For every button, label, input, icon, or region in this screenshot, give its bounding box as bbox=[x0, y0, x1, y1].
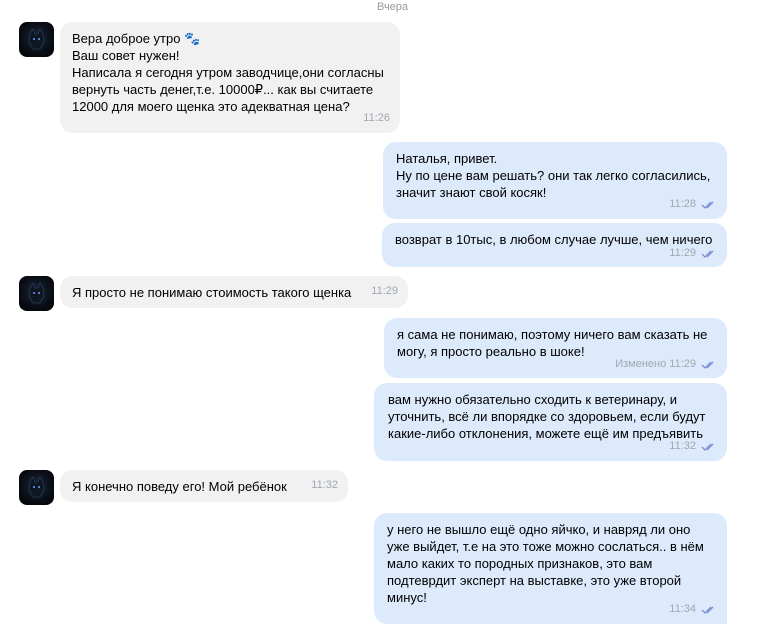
message-time: 11:29 bbox=[669, 247, 696, 259]
message-text: Наталья, привет. Ну по цене вам решать? … bbox=[396, 151, 711, 200]
message-time: 11:28 bbox=[669, 198, 696, 210]
message-meta: 11:26 bbox=[363, 110, 390, 127]
message-text: вам нужно обязательно сходить к ветерина… bbox=[388, 392, 706, 441]
avatar[interactable] bbox=[19, 470, 54, 505]
message-meta: Изменено 11:29 bbox=[615, 356, 717, 373]
avatar[interactable] bbox=[19, 22, 54, 57]
double-check-icon bbox=[701, 443, 714, 451]
avatar[interactable] bbox=[19, 276, 54, 311]
message-meta: 11:32 bbox=[669, 438, 717, 455]
message-bubble[interactable]: возврат в 10тыс, в любом случае лучше, ч… bbox=[382, 223, 727, 267]
message-text: возврат в 10тыс, в любом случае лучше, ч… bbox=[395, 232, 713, 247]
message-time: 11:32 bbox=[311, 479, 338, 491]
message-bubble[interactable]: я сама не понимаю, поэтому ничего вам ск… bbox=[384, 318, 727, 378]
message-time: Изменено 11:29 bbox=[615, 358, 696, 370]
message-bubble[interactable]: Наталья, привет. Ну по цене вам решать? … bbox=[383, 142, 727, 219]
message-text: у него не вышло ещё одно яйчко, и навряд… bbox=[387, 522, 704, 605]
message-meta: 11:29 bbox=[669, 245, 717, 262]
message-meta: 11:29 bbox=[371, 283, 398, 300]
double-check-icon bbox=[701, 201, 714, 209]
double-check-icon bbox=[701, 250, 714, 258]
message-text: Вера доброе утро 🐾 Ваш совет нужен! Напи… bbox=[72, 31, 384, 114]
double-check-icon bbox=[701, 606, 714, 614]
message-bubble[interactable]: Вера доброе утро 🐾 Ваш совет нужен! Напи… bbox=[60, 22, 400, 133]
date-separator: Вчера bbox=[376, 1, 409, 13]
message-bubble[interactable]: Я просто не понимаю стоимость такого щен… bbox=[60, 276, 408, 308]
message-meta: 11:28 bbox=[669, 196, 717, 213]
message-bubble[interactable]: у него не вышло ещё одно яйчко, и навряд… bbox=[374, 513, 727, 624]
message-meta: 11:32 bbox=[311, 477, 338, 494]
message-time: 11:34 bbox=[669, 603, 696, 615]
message-meta: 11:34 bbox=[669, 601, 717, 618]
message-text: Я просто не понимаю стоимость такого щен… bbox=[72, 285, 352, 300]
message-bubble[interactable]: вам нужно обязательно сходить к ветерина… bbox=[374, 383, 727, 461]
message-time: 11:32 bbox=[669, 440, 696, 452]
message-text: я сама не понимаю, поэтому ничего вам ск… bbox=[397, 327, 708, 359]
double-check-icon bbox=[701, 361, 714, 369]
message-time: 11:29 bbox=[371, 285, 398, 297]
message-time: 11:26 bbox=[363, 112, 390, 124]
message-text: Я конечно поведу его! Мой ребёнок bbox=[72, 479, 287, 494]
message-bubble[interactable]: Я конечно поведу его! Мой ребёнок 11:32 bbox=[60, 470, 348, 502]
